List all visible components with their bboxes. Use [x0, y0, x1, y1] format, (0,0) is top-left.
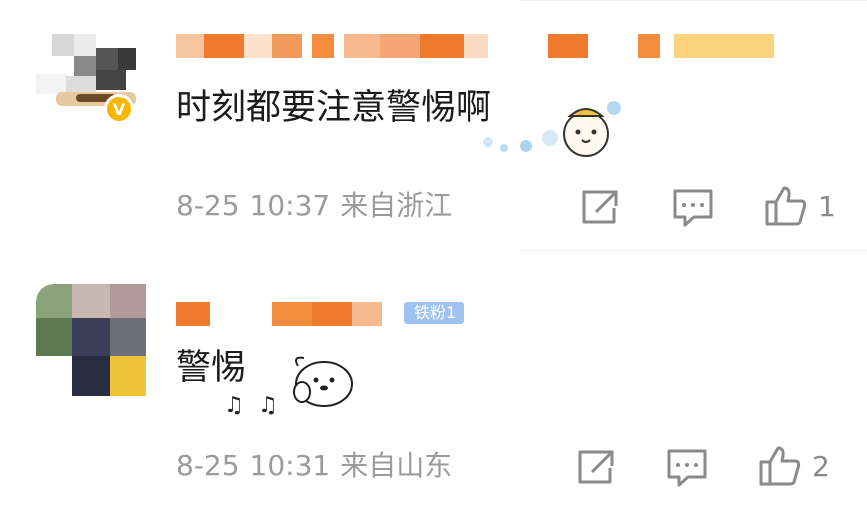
comment-button[interactable] — [672, 188, 714, 228]
thumbs-up-icon — [759, 446, 801, 486]
sticker: ♫ ♫ — [224, 356, 353, 416]
fan-badge: 铁粉1 — [404, 302, 465, 324]
share-button[interactable] — [576, 448, 616, 486]
comment-location: 来自浙江 — [340, 189, 453, 222]
divider — [520, 250, 867, 251]
thumbs-up-icon — [765, 186, 807, 226]
svg-text:♫: ♫ — [224, 393, 244, 416]
svg-text:♫: ♫ — [258, 393, 278, 416]
comment-button[interactable] — [666, 448, 708, 488]
share-icon — [582, 190, 618, 224]
comment-time: 10:37 — [249, 189, 331, 222]
avatar[interactable] — [36, 284, 146, 396]
like-count: 1 — [818, 189, 836, 223]
comment-icon — [673, 189, 713, 227]
comment-icon — [667, 449, 707, 487]
comment-text: 时刻都要注意警惕啊 — [176, 88, 492, 128]
comment-item: V 时刻都要注意警惕啊 8-25 10:37 来自浙江 1 — [0, 0, 867, 250]
username-blurred[interactable] — [176, 34, 776, 58]
share-icon — [578, 450, 614, 484]
like-button[interactable]: 2 — [758, 444, 830, 488]
sticker — [483, 101, 621, 157]
like-button[interactable]: 1 — [764, 184, 836, 228]
comment-date: 8-25 — [176, 449, 240, 482]
comment-date: 8-25 — [176, 189, 240, 222]
share-button[interactable] — [580, 188, 620, 226]
comment-item: 铁粉1 警惕 ♫ ♫ 8-25 10:31 来自山东 2 — [0, 250, 867, 520]
comment-meta: 8-25 10:31 来自山东 — [176, 450, 462, 482]
comment-meta: 8-25 10:37 来自浙江 — [176, 190, 462, 222]
divider — [520, 0, 867, 1]
like-count: 2 — [812, 449, 830, 483]
comment-location: 来自山东 — [340, 449, 453, 482]
username-blurred[interactable] — [176, 302, 416, 326]
comment-time: 10:31 — [249, 449, 331, 482]
verified-badge-icon: V — [104, 94, 134, 124]
